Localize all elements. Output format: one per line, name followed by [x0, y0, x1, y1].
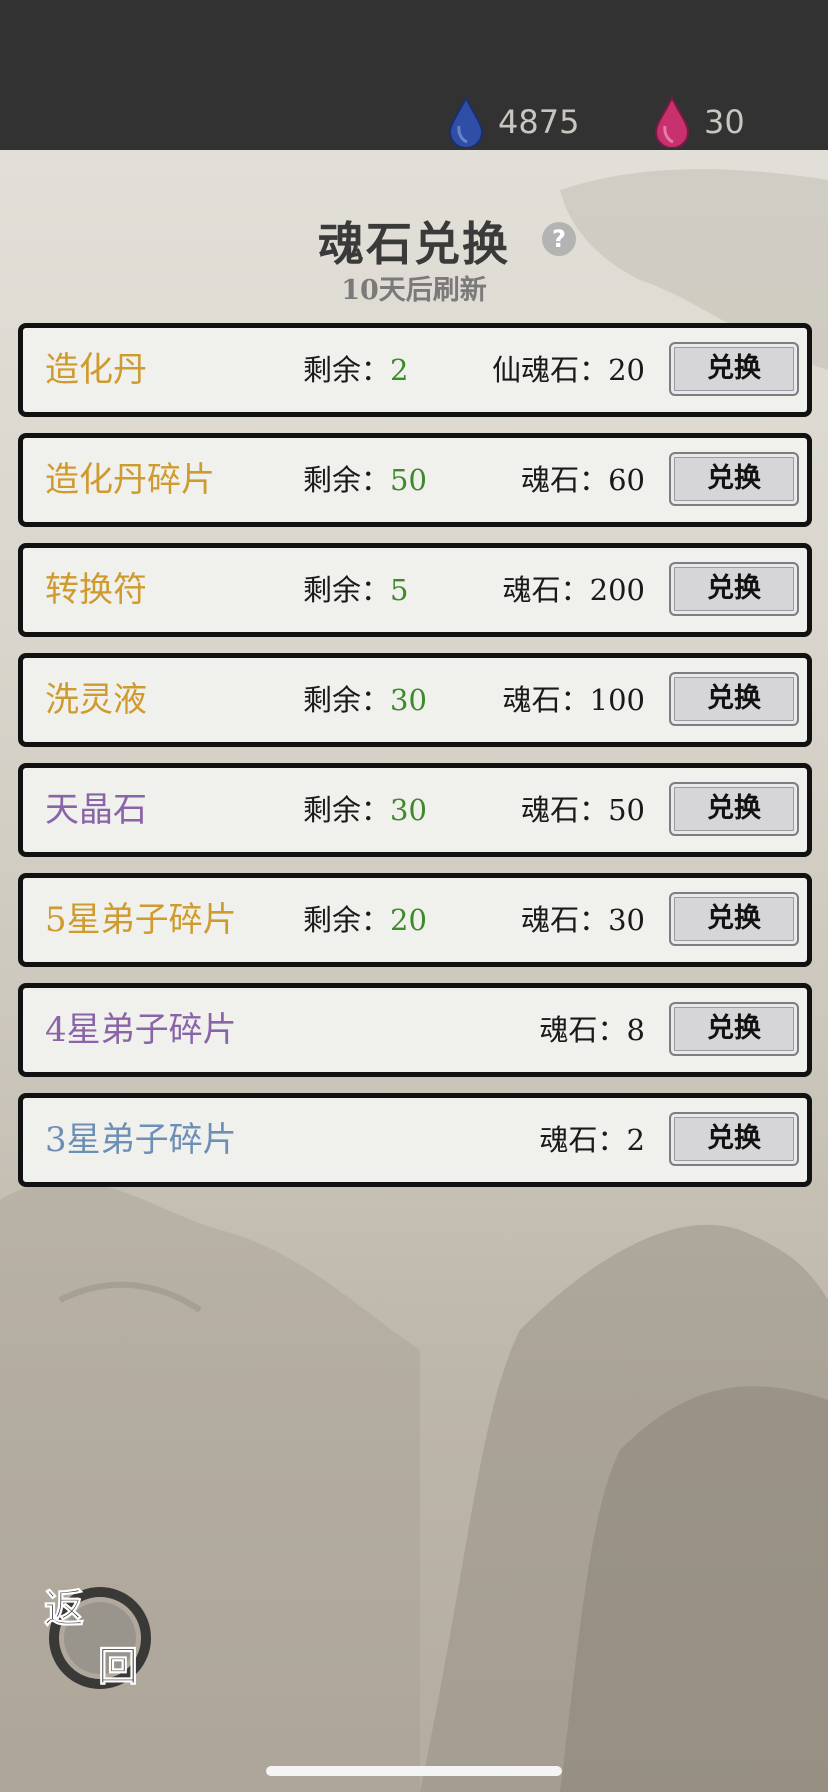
blue-soulstone-icon: [448, 96, 484, 148]
remaining-count: 剩余：30: [303, 768, 427, 852]
remaining-label: 剩余：: [303, 463, 391, 497]
back-button[interactable]: 返 回: [40, 1580, 160, 1691]
back-label-1: 返: [44, 1585, 84, 1632]
price-currency-label: 魂石：: [502, 573, 590, 607]
remaining-count: 剩余：20: [303, 878, 427, 962]
back-label-2: 回: [98, 1643, 138, 1690]
top-status-bar: 4875 30: [0, 0, 828, 150]
currency-blue: 4875: [448, 92, 579, 152]
price-currency-label: 魂石：: [539, 1013, 627, 1047]
item-name: 3星弟子碎片: [45, 1120, 237, 1160]
remaining-label: 剩余：: [303, 683, 391, 717]
home-indicator[interactable]: [266, 1766, 562, 1776]
price-currency-label: 魂石：: [539, 1123, 627, 1157]
remaining-value: 30: [390, 683, 427, 717]
exchange-row: 转换符 剩余：5 魂石：200 兑换: [18, 543, 812, 637]
item-name: 转换符: [45, 570, 147, 610]
exchange-button[interactable]: 兑换: [669, 562, 799, 616]
exchange-row: 5星弟子碎片 剩余：20 魂石：30 兑换: [18, 873, 812, 967]
remaining-label: 剩余：: [303, 903, 391, 937]
price-value: 2: [626, 1123, 645, 1157]
exchange-button[interactable]: 兑换: [669, 782, 799, 836]
remaining-count: 剩余：50: [303, 438, 427, 522]
currency-pink: 30: [654, 92, 745, 152]
price-currency-label: 魂石：: [502, 683, 590, 717]
item-price: 仙魂石：20: [492, 328, 645, 412]
price-value: 200: [589, 573, 645, 607]
remaining-value: 2: [390, 353, 409, 387]
exchange-button[interactable]: 兑换: [669, 452, 799, 506]
price-value: 8: [626, 1013, 645, 1047]
item-price: 魂石：8: [540, 988, 645, 1072]
item-price: 魂石：50: [521, 768, 645, 852]
item-price: 魂石：30: [521, 878, 645, 962]
item-name: 造化丹: [45, 350, 147, 390]
price-value: 100: [589, 683, 645, 717]
remaining-value: 20: [390, 903, 427, 937]
price-value: 30: [608, 903, 645, 937]
item-name: 4星弟子碎片: [45, 1010, 237, 1050]
price-currency-label: 仙魂石：: [492, 353, 609, 387]
remaining-label: 剩余：: [303, 353, 391, 387]
page-title: 魂石兑换: [318, 217, 510, 271]
item-name: 造化丹碎片: [45, 460, 215, 500]
remaining-value: 30: [390, 793, 427, 827]
price-value: 20: [608, 353, 645, 387]
exchange-row: 4星弟子碎片 魂石：8 兑换: [18, 983, 812, 1077]
item-name: 5星弟子碎片: [45, 900, 237, 940]
remaining-count: 剩余：30: [303, 658, 427, 742]
price-currency-label: 魂石：: [521, 793, 609, 827]
remaining-label: 剩余：: [303, 573, 391, 607]
item-name: 天晶石: [45, 790, 147, 830]
item-price: 魂石：200: [503, 548, 645, 632]
exchange-row: 3星弟子碎片 魂石：2 兑换: [18, 1093, 812, 1187]
item-price: 魂石：60: [521, 438, 645, 522]
exchange-button[interactable]: 兑换: [669, 892, 799, 946]
remaining-value: 50: [390, 463, 427, 497]
currency-value: 30: [704, 103, 745, 141]
pink-soulstone-icon: [654, 96, 690, 148]
exchange-row: 洗灵液 剩余：30 魂石：100 兑换: [18, 653, 812, 747]
exchange-button[interactable]: 兑换: [669, 1112, 799, 1166]
refresh-countdown: 10天后刷新: [341, 275, 487, 306]
remaining-label: 剩余：: [303, 793, 391, 827]
help-icon[interactable]: ?: [542, 222, 576, 256]
back-brush-icon: 返 回: [44, 1585, 151, 1691]
remaining-count: 剩余：5: [303, 548, 408, 632]
exchange-button[interactable]: 兑换: [669, 672, 799, 726]
exchange-row: 天晶石 剩余：30 魂石：50 兑换: [18, 763, 812, 857]
item-price: 魂石：2: [540, 1098, 645, 1182]
price-value: 50: [608, 793, 645, 827]
exchange-row: 造化丹 剩余：2 仙魂石：20 兑换: [18, 323, 812, 417]
price-value: 60: [608, 463, 645, 497]
exchange-row: 造化丹碎片 剩余：50 魂石：60 兑换: [18, 433, 812, 527]
exchange-button[interactable]: 兑换: [669, 342, 799, 396]
price-currency-label: 魂石：: [521, 903, 609, 937]
remaining-value: 5: [390, 573, 409, 607]
exchange-button[interactable]: 兑换: [669, 1002, 799, 1056]
currency-value: 4875: [498, 103, 580, 141]
remaining-count: 剩余：2: [303, 328, 408, 412]
item-name: 洗灵液: [45, 680, 147, 720]
item-price: 魂石：100: [503, 658, 645, 742]
price-currency-label: 魂石：: [521, 463, 609, 497]
